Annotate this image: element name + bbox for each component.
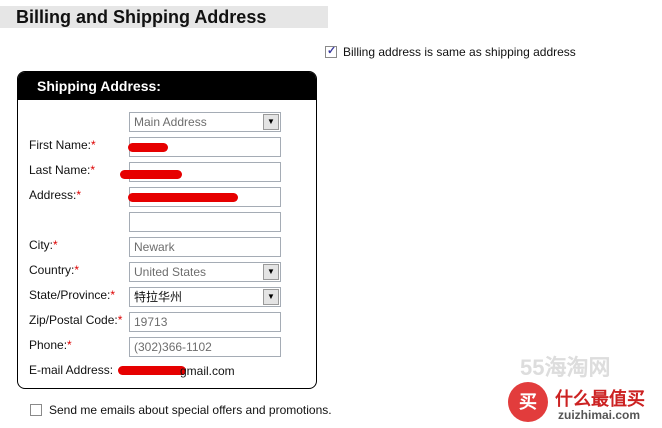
phone-label: Phone:* <box>29 338 72 352</box>
country-value: United States <box>134 265 207 279</box>
state-label: State/Province:* <box>29 288 116 302</box>
watermark-logo-icon: 买 <box>508 382 548 422</box>
city-input[interactable]: Newark <box>129 237 281 257</box>
billing-same-label: Billing address is same as shipping addr… <box>343 45 576 59</box>
first-name-label: First Name:* <box>29 138 96 152</box>
state-select[interactable]: 特拉华州 ▼ <box>129 287 281 307</box>
phone-input[interactable]: (302)366-1102 <box>129 337 281 357</box>
address-select-value: Main Address <box>134 115 207 129</box>
zip-input[interactable]: 19713 <box>129 312 281 332</box>
email-value: gmail.com <box>180 364 235 378</box>
chevron-down-icon[interactable]: ▼ <box>263 289 279 305</box>
address-label: Address:* <box>29 188 82 202</box>
page-title: Billing and Shipping Address <box>0 6 328 28</box>
last-name-label: Last Name:* <box>29 163 96 177</box>
chevron-down-icon[interactable]: ▼ <box>263 264 279 280</box>
promo-label: Send me emails about special offers and … <box>49 403 332 417</box>
country-select[interactable]: United States ▼ <box>129 262 281 282</box>
country-label: Country:* <box>29 263 80 277</box>
watermark-site-en: zuizhimai.com <box>558 408 641 422</box>
phone-value: (302)366-1102 <box>134 340 212 354</box>
state-value: 特拉华州 <box>134 290 183 304</box>
shipping-address-header: Shipping Address: <box>18 72 316 100</box>
address-select[interactable]: Main Address ▼ <box>129 112 281 132</box>
redaction-mark <box>128 143 168 152</box>
zip-label: Zip/Postal Code:* <box>29 313 123 327</box>
redaction-mark <box>118 366 186 375</box>
watermark-faint-text: 55海淘网 <box>520 355 611 380</box>
email-label: E-mail Address: <box>29 363 114 377</box>
address-line2-input[interactable] <box>129 212 281 232</box>
billing-same-row[interactable]: Billing address is same as shipping addr… <box>325 44 576 59</box>
redaction-mark <box>120 170 182 179</box>
promo-checkbox[interactable] <box>30 404 42 416</box>
chevron-down-icon[interactable]: ▼ <box>263 114 279 130</box>
zip-value: 19713 <box>134 315 168 329</box>
promo-row[interactable]: Send me emails about special offers and … <box>30 403 332 417</box>
city-value: Newark <box>134 240 175 254</box>
redaction-mark <box>128 193 238 202</box>
city-label: City:* <box>29 238 58 252</box>
billing-same-checkbox[interactable] <box>325 44 337 58</box>
